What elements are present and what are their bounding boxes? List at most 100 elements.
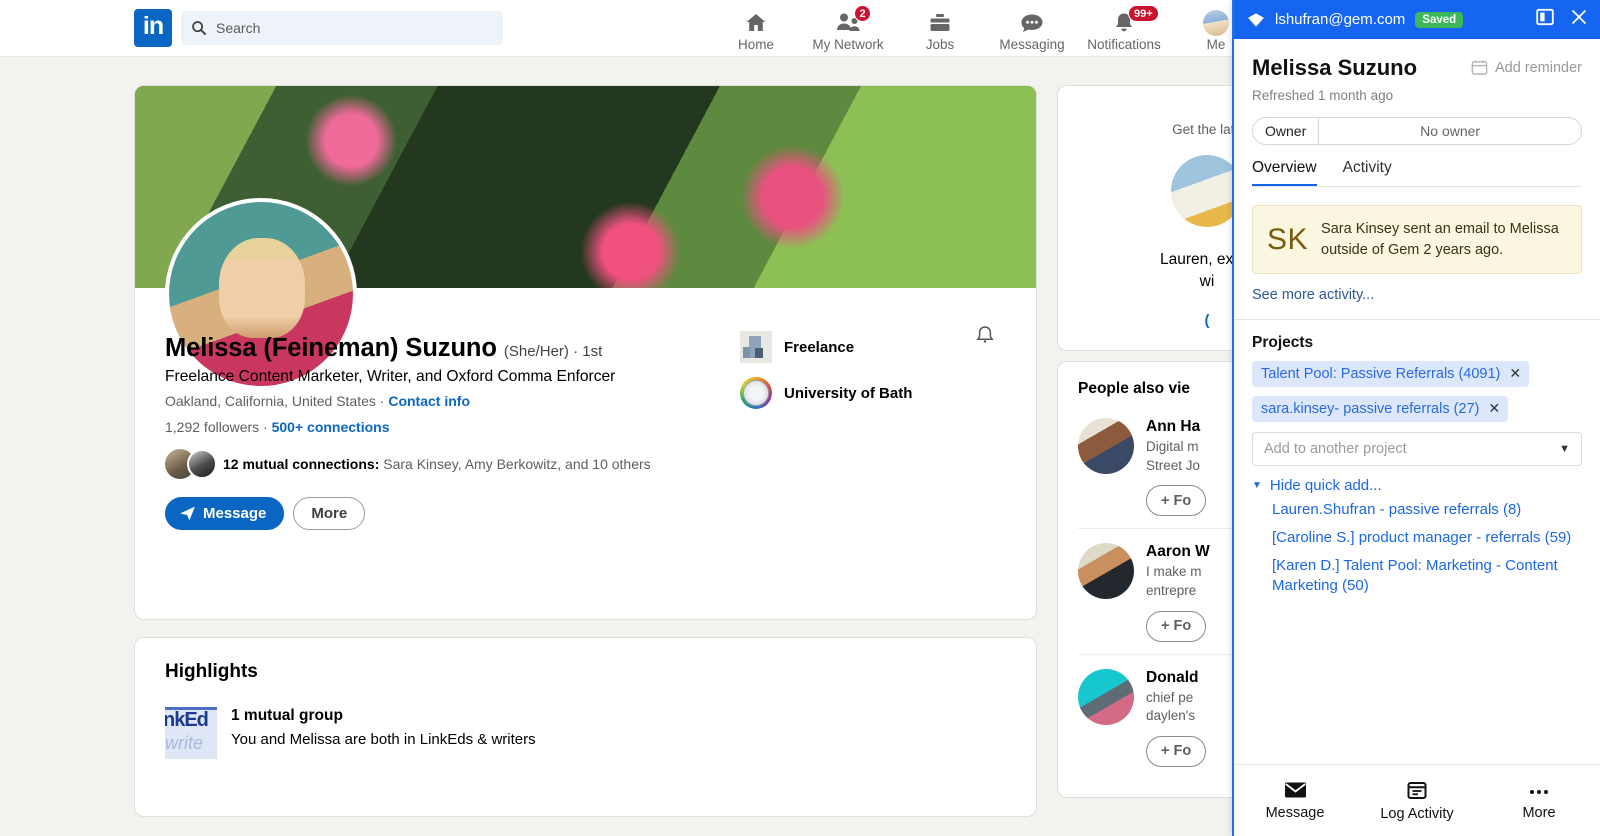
- more-button[interactable]: More: [293, 497, 366, 531]
- followers-count: 1,292 followers ·: [165, 419, 272, 436]
- owner-label: Owner: [1253, 117, 1320, 144]
- quick-add-item[interactable]: [Karen D.] Talent Pool: Marketing - Cont…: [1272, 556, 1582, 597]
- profile-headline: Freelance Content Marketer, Writer, and …: [165, 368, 616, 385]
- my-network-badge: 2: [854, 4, 871, 22]
- nav-item-home[interactable]: Home: [710, 5, 802, 52]
- owner-value: No owner: [1420, 122, 1481, 139]
- notifications-badge: 99+: [1128, 4, 1159, 22]
- person-desc: chief pe daylen's: [1146, 689, 1196, 724]
- nav-label: Messaging: [999, 36, 1065, 52]
- calendar-icon: [1471, 60, 1488, 75]
- more-actions-button[interactable]: More: [1478, 781, 1600, 821]
- project-tag[interactable]: sara.kinsey- passive referrals (27) ✕: [1252, 396, 1509, 423]
- nav-item-jobs[interactable]: Jobs: [894, 5, 986, 52]
- message-button[interactable]: Message: [165, 497, 285, 531]
- nav-label: Home: [737, 36, 774, 52]
- nav-items: Home 2 My Network Jobs Messaging 99+ Not…: [710, 4, 1262, 52]
- org-name: Freelance: [784, 338, 855, 356]
- contact-info-link[interactable]: Contact info: [388, 393, 470, 409]
- ellipsis-icon: [1530, 789, 1548, 794]
- nav-item-messaging[interactable]: Messaging: [986, 5, 1078, 52]
- org-name: University of Bath: [784, 384, 913, 402]
- candidate-name: Melissa Suzuno: [1252, 55, 1418, 80]
- profile-stats: 1,292 followers · 500+ connections: [165, 419, 725, 435]
- nav-item-notifications[interactable]: 99+ Notifications: [1078, 4, 1170, 52]
- panel-toggle-icon[interactable]: [1536, 8, 1554, 31]
- hide-quick-add-toggle[interactable]: ▼ Hide quick add...: [1252, 477, 1582, 494]
- send-icon: [180, 506, 195, 521]
- avatar: [1078, 418, 1134, 474]
- nav-label: Me: [1206, 36, 1226, 52]
- highlight-subtitle: You and Melissa are both in LinkEds & wr…: [231, 731, 536, 748]
- message-button-label: Message: [203, 505, 267, 523]
- quick-add-item[interactable]: Lauren.Shufran - passive referrals (8): [1272, 500, 1582, 521]
- org-freelance[interactable]: Freelance: [740, 331, 1020, 363]
- follow-button[interactable]: + Fo: [1146, 485, 1207, 517]
- person-name: Ann Ha: [1146, 418, 1201, 435]
- follow-button[interactable]: + Fo: [1146, 735, 1207, 767]
- pronouns-degree: (She/Her) · 1st: [503, 343, 603, 360]
- owner-field[interactable]: Owner No owner: [1252, 116, 1582, 145]
- nav-label: Notifications: [1087, 36, 1161, 52]
- mutual-text: 12 mutual connections: Sara Kinsey, Amy …: [223, 456, 651, 472]
- avatar: [1078, 668, 1134, 725]
- tab-activity[interactable]: Activity: [1343, 159, 1392, 186]
- screenshot-root: in Search Home 2 My Network Jobs Messagi…: [0, 0, 1600, 836]
- project-tag[interactable]: Talent Pool: Passive Referrals (4091) ✕: [1252, 361, 1530, 388]
- chevron-down-icon: ▼: [1559, 443, 1570, 456]
- university-of-bath-logo: [740, 377, 772, 409]
- nav-label: Jobs: [925, 36, 955, 52]
- linkedin-logo[interactable]: in: [134, 9, 172, 47]
- projects-section: Projects Talent Pool: Passive Referrals …: [1234, 320, 1600, 597]
- person-desc: Digital m Street Jo: [1146, 439, 1201, 473]
- gem-account-email: lshufran@gem.com: [1275, 11, 1406, 28]
- page-title: Melissa (Feineman) Suzuno: [165, 334, 497, 362]
- avatar-icon: [1203, 9, 1229, 36]
- nav-item-my-network[interactable]: 2 My Network: [802, 4, 894, 52]
- add-to-project-placeholder: Add to another project: [1264, 441, 1407, 458]
- activity-text: Sara Kinsey sent an email to Melissa out…: [1321, 220, 1559, 258]
- search-placeholder: Search: [216, 20, 261, 36]
- mutual-avatars: [165, 449, 219, 480]
- log-activity-button[interactable]: Log Activity: [1356, 780, 1478, 822]
- remove-project-icon[interactable]: ✕: [1509, 365, 1521, 382]
- search-icon: [192, 21, 207, 36]
- follow-button[interactable]: + Fo: [1146, 610, 1207, 642]
- person-name: Donald: [1146, 668, 1199, 686]
- more-actions-label: More: [1522, 804, 1556, 821]
- see-more-activity-link[interactable]: See more activity...: [1252, 287, 1582, 303]
- person-desc: I make m entrepre: [1146, 564, 1202, 598]
- add-reminder-button[interactable]: Add reminder: [1471, 59, 1582, 76]
- briefcase-icon: [928, 10, 952, 36]
- nav-label: My Network: [812, 36, 884, 52]
- highlight-item: nkEd write 1 mutual group You and Meliss…: [165, 707, 1006, 759]
- projects-title: Projects: [1252, 334, 1314, 352]
- project-tag-label: sara.kinsey- passive referrals (27): [1261, 400, 1480, 417]
- profile-identity: Melissa (Feineman) Suzuno (She/Her) · 1s…: [165, 334, 725, 531]
- gem-side-panel: lshufran@gem.com Saved Melissa Suzuno Ad…: [1232, 0, 1600, 836]
- profile-location: Oakland, California, United States · Con…: [165, 393, 725, 409]
- connections-link[interactable]: 500+ connections: [272, 419, 390, 435]
- person-name: Aaron W: [1146, 543, 1210, 561]
- status-badge: Saved: [1415, 11, 1464, 28]
- mutual-names: Sara Kinsey, Amy Berkowitz, and 10 other…: [379, 456, 651, 473]
- profile-organizations: Freelance University of Bath: [740, 331, 1020, 423]
- mutual-connections[interactable]: 12 mutual connections: Sara Kinsey, Amy …: [165, 449, 725, 480]
- profile-card: Melissa (Feineman) Suzuno (She/Her) · 1s…: [134, 85, 1037, 620]
- refreshed-timestamp: Refreshed 1 month ago: [1252, 87, 1394, 103]
- avatar: SK: [1267, 222, 1309, 256]
- close-icon[interactable]: [1570, 8, 1588, 31]
- org-university[interactable]: University of Bath: [740, 377, 1020, 409]
- activity-notice: SK Sara Kinsey sent an email to Melissa …: [1252, 204, 1582, 275]
- home-icon: [744, 10, 768, 36]
- calendar-icon: [1407, 781, 1427, 799]
- message-action-button[interactable]: Message: [1234, 781, 1356, 821]
- add-to-project-select[interactable]: Add to another project ▼: [1252, 432, 1582, 467]
- profile-actions: Message More: [165, 497, 725, 531]
- tab-overview[interactable]: Overview: [1252, 159, 1317, 186]
- search-input[interactable]: Search: [181, 11, 503, 45]
- quick-add-item[interactable]: [Caroline S.] product manager - referral…: [1272, 528, 1582, 549]
- add-reminder-label: Add reminder: [1494, 59, 1582, 76]
- avatar: [1078, 543, 1134, 600]
- remove-project-icon[interactable]: ✕: [1488, 400, 1500, 417]
